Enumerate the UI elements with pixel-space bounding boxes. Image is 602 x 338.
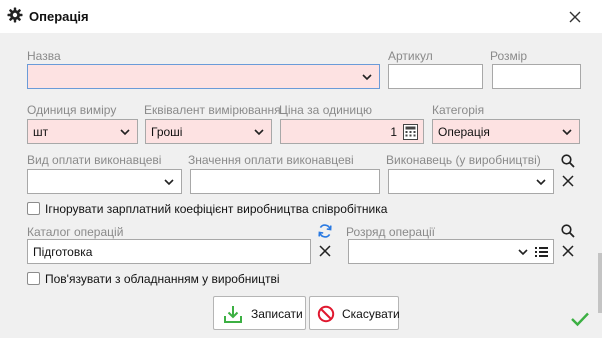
ignore-coefficient-checkbox[interactable]	[27, 202, 40, 215]
refresh-icon[interactable]	[317, 223, 333, 239]
name-field[interactable]	[27, 64, 380, 89]
grade-label: Розряд операції	[346, 225, 435, 239]
article-field[interactable]	[388, 64, 483, 89]
category-value: Операція	[438, 125, 490, 139]
window-title: Операція	[29, 9, 89, 24]
calculator-icon[interactable]	[403, 124, 418, 140]
link-equipment-checkbox[interactable]	[27, 272, 40, 285]
chevron-down-icon[interactable]	[535, 177, 547, 187]
ignore-coefficient-label: Ігнорувати зарплатний коефіцієнт виробни…	[45, 202, 388, 216]
chevron-down-icon[interactable]	[561, 127, 573, 137]
equivalent-label: Еквівалент вимірювання	[144, 103, 281, 117]
size-label: Розмір	[490, 49, 528, 63]
name-label: Назва	[27, 49, 61, 63]
scrollbar[interactable]	[598, 253, 602, 313]
search-icon[interactable]	[560, 153, 576, 169]
save-button-label: Записати	[251, 307, 303, 321]
dialog-body: Назва Артикул Розмір Одиниця виміру шт Е…	[0, 33, 602, 338]
cancel-icon	[317, 305, 335, 323]
download-icon	[224, 306, 242, 323]
link-equipment-label: Пов'язувати з обладнанням у виробництві	[45, 272, 280, 286]
executor-select[interactable]	[388, 169, 554, 194]
title-bar: Операція	[0, 0, 602, 33]
article-label: Артикул	[388, 49, 433, 63]
equivalent-value: Гроші	[151, 125, 183, 139]
clear-icon[interactable]	[560, 173, 576, 189]
payment-type-label: Вид оплати виконавцеві	[27, 153, 162, 167]
price-value: 1	[390, 125, 397, 139]
catalog-select[interactable]: Підготовка	[27, 239, 311, 264]
size-field[interactable]	[492, 64, 581, 89]
price-field[interactable]: 1	[280, 119, 424, 144]
cancel-button-label: Скасувати	[342, 307, 400, 321]
payment-type-select[interactable]	[27, 169, 182, 194]
list-icon[interactable]	[534, 245, 549, 259]
payment-value-field[interactable]	[190, 169, 380, 194]
chevron-down-icon[interactable]	[119, 127, 131, 137]
equivalent-select[interactable]: Гроші	[145, 119, 272, 144]
category-label: Категорія	[432, 103, 485, 117]
chevron-down-icon[interactable]	[517, 247, 529, 257]
cancel-button[interactable]: Скасувати	[309, 296, 400, 330]
unit-label: Одиниця виміру	[27, 103, 117, 117]
catalog-label: Каталог операцій	[27, 225, 124, 239]
search-icon[interactable]	[560, 223, 576, 239]
clear-icon[interactable]	[560, 243, 576, 259]
payment-value-label: Значення оплати виконавцеві	[188, 153, 354, 167]
chevron-down-icon[interactable]	[163, 177, 175, 187]
chevron-down-icon[interactable]	[253, 127, 265, 137]
price-label: Ціна за одиницю	[279, 103, 373, 117]
unit-value: шт	[33, 125, 49, 139]
grade-select[interactable]	[348, 239, 554, 264]
ok-check-icon[interactable]	[570, 311, 590, 327]
chevron-down-icon[interactable]	[361, 72, 373, 82]
catalog-value: Підготовка	[33, 245, 93, 259]
gear-icon	[7, 7, 23, 23]
close-icon[interactable]	[564, 6, 586, 28]
executor-label: Виконавець (у виробництві)	[386, 153, 541, 167]
clear-icon[interactable]	[317, 243, 333, 259]
save-button[interactable]: Записати	[213, 296, 306, 330]
category-select[interactable]: Операція	[432, 119, 580, 144]
unit-select[interactable]: шт	[27, 119, 138, 144]
